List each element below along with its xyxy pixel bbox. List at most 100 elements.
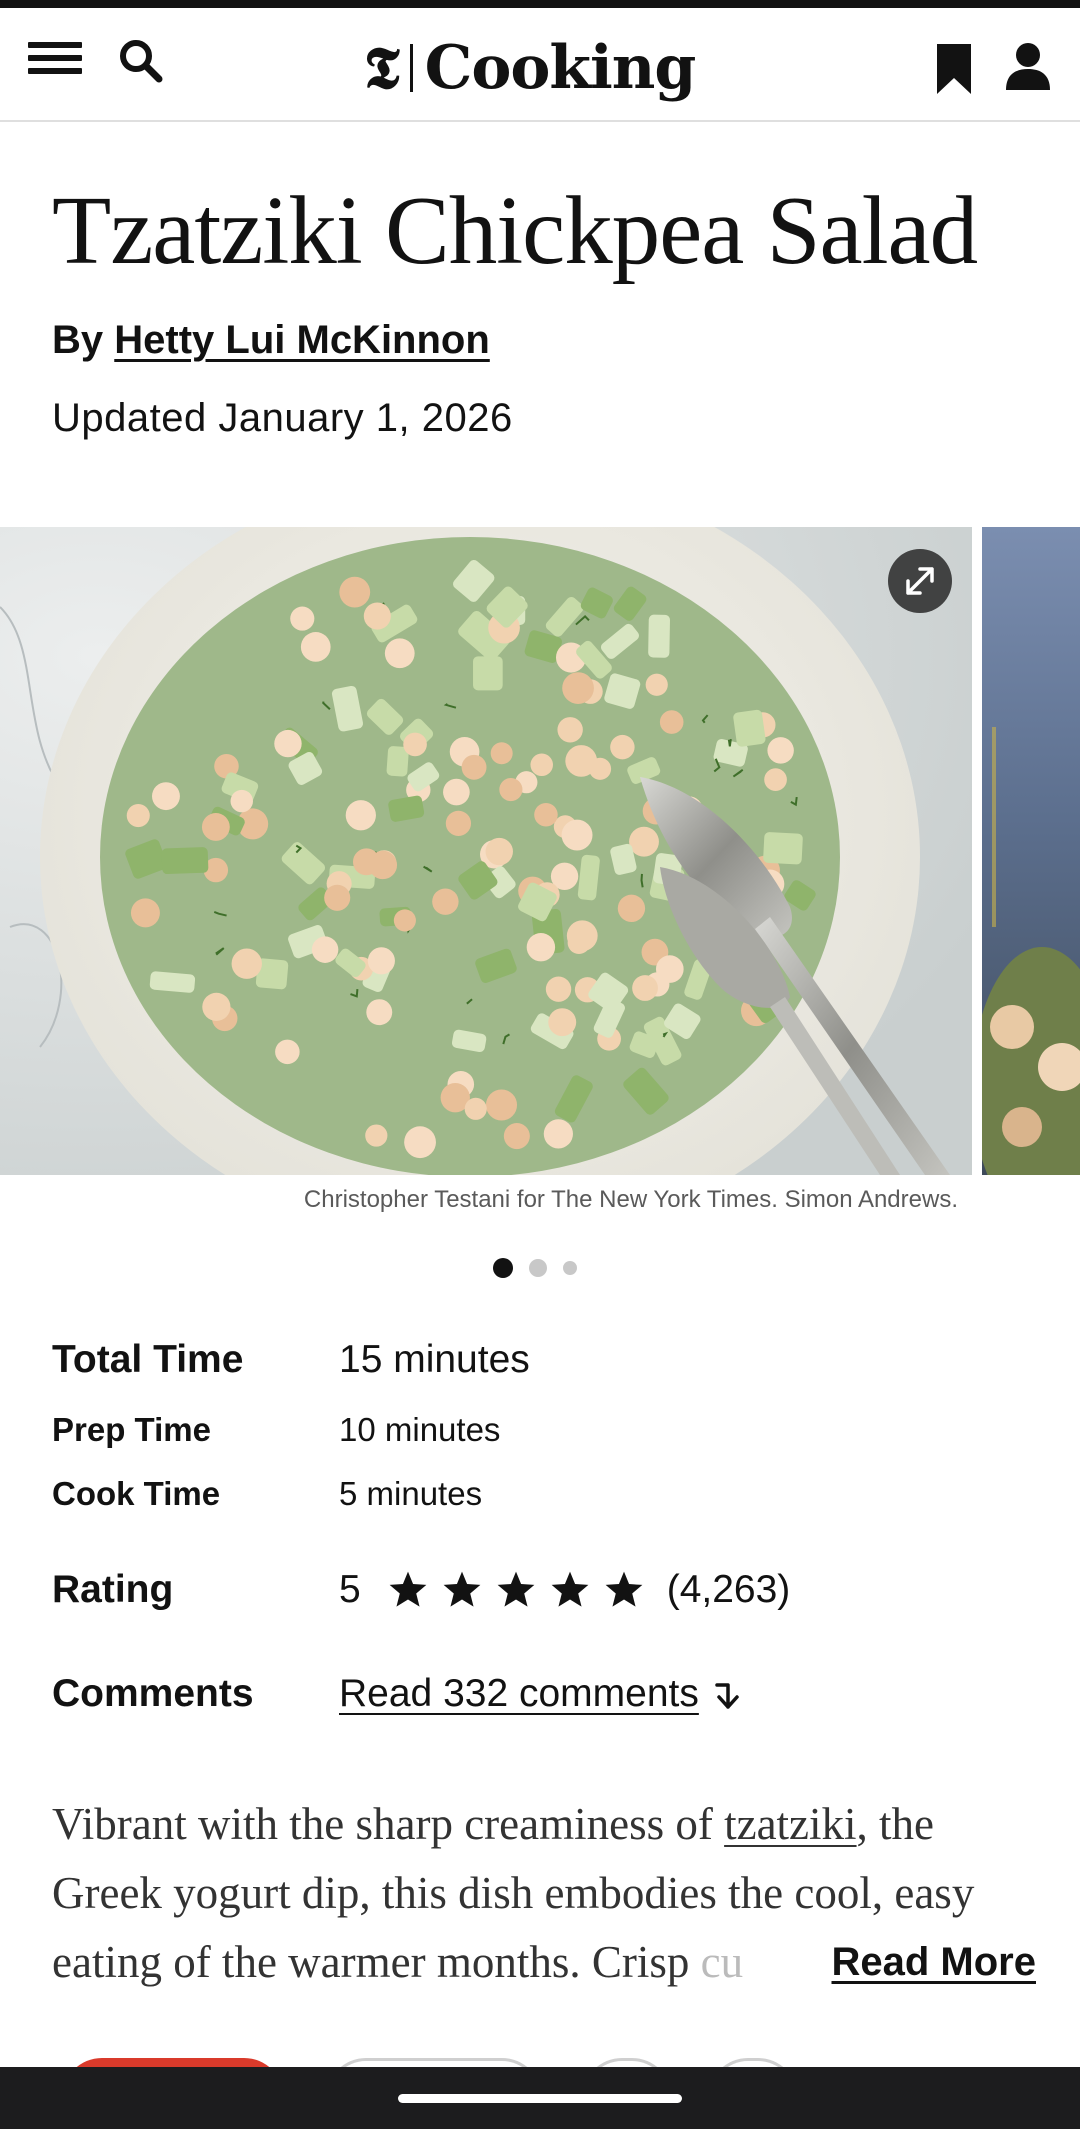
- description-text: Vibrant with the sharp creaminess of: [52, 1799, 725, 1849]
- next-photo-peek[interactable]: [982, 527, 1080, 1175]
- expand-arrows-icon[interactable]: [888, 549, 952, 613]
- rating-stars[interactable]: [387, 1569, 645, 1611]
- salad-texture: [202, 992, 231, 1021]
- rating-row: Rating 5 (4,263): [52, 1560, 1032, 1620]
- salad-texture: [485, 837, 513, 866]
- star-icon[interactable]: [387, 1569, 429, 1611]
- salad-texture: [499, 777, 523, 802]
- cook-time-label: Cook Time: [52, 1475, 221, 1512]
- total-time-value: 15 minutes: [339, 1338, 530, 1381]
- salad-texture: [617, 894, 646, 922]
- total-time-label: Total Time: [52, 1338, 244, 1381]
- salad-texture: [404, 1126, 436, 1159]
- star-icon[interactable]: [603, 1569, 645, 1611]
- salad-texture: [485, 1089, 518, 1121]
- salad-texture: [534, 802, 558, 827]
- byline: By Hetty Lui McKinnon: [52, 318, 490, 363]
- photo-carousel[interactable]: [0, 527, 1080, 1175]
- salad-texture: [503, 1123, 530, 1150]
- salad-texture: [763, 832, 803, 865]
- salad-texture: [629, 826, 659, 857]
- recipe-description: Vibrant with the sharp creaminess of tza…: [52, 1790, 1036, 1997]
- prep-time-value: 10 minutes: [339, 1411, 501, 1448]
- rating-count: (4,263): [666, 1568, 791, 1611]
- updated-date: Updated January 1, 2026: [52, 396, 513, 440]
- read-more-link[interactable]: Read More: [791, 1928, 1036, 1997]
- salad-texture: [561, 819, 593, 851]
- salad-texture: [274, 729, 302, 758]
- salad-texture: [384, 638, 415, 669]
- salad-texture: [543, 1119, 573, 1149]
- salad-texture: [403, 732, 427, 757]
- salad-texture: [443, 778, 470, 806]
- star-icon[interactable]: [549, 1569, 591, 1611]
- hamburger-menu-icon[interactable]: [28, 38, 84, 78]
- prep-time-label: Prep Time: [52, 1411, 211, 1448]
- salad-texture: [339, 576, 371, 608]
- salad-texture: [473, 656, 503, 691]
- salad-texture: [130, 898, 160, 928]
- salad-texture: [659, 710, 684, 734]
- salad-texture: [311, 936, 339, 963]
- description-line-1: Vibrant with the sharp creaminess of tza…: [52, 1790, 1032, 1859]
- salad-texture: [365, 1124, 388, 1147]
- salad-texture: [526, 932, 556, 962]
- recipe-photo[interactable]: [0, 527, 972, 1175]
- salad-texture: [562, 672, 594, 704]
- salad-texture: [640, 873, 644, 888]
- salad-texture: [610, 734, 635, 760]
- salad-texture: [126, 804, 150, 828]
- carousel-dot-1[interactable]: [493, 1258, 513, 1278]
- nyt-t-logo-mark: 𝕿: [364, 34, 400, 102]
- comments-row: Comments Read 332 comments: [52, 1664, 1032, 1724]
- bookmark-icon[interactable]: [934, 42, 974, 96]
- comments-label: Comments: [52, 1672, 254, 1715]
- salad-texture: [300, 632, 331, 662]
- recipe-title: Tzatziki Chickpea Salad: [52, 177, 978, 284]
- star-icon[interactable]: [495, 1569, 537, 1611]
- author-link[interactable]: Hetty Lui McKinnon: [114, 318, 490, 362]
- salad-texture: [632, 975, 658, 1001]
- salad-texture: [231, 948, 262, 979]
- description-text: , the: [856, 1799, 935, 1849]
- rating-label: Rating: [52, 1568, 174, 1611]
- top-accent-bar: [0, 0, 1080, 8]
- cook-time-row: Cook Time 5 minutes: [52, 1470, 1032, 1518]
- home-indicator[interactable]: [398, 2094, 682, 2103]
- comments-link-group[interactable]: Read 332 comments: [339, 1672, 743, 1716]
- person-icon[interactable]: [1004, 40, 1052, 96]
- search-icon[interactable]: [116, 36, 166, 86]
- app-header: 𝕿 Cooking: [0, 8, 1080, 122]
- salad-texture: [363, 602, 391, 630]
- salad-texture: [645, 673, 668, 696]
- salad-texture: [368, 850, 398, 880]
- salad-texture: [275, 1039, 300, 1065]
- salad-texture: [324, 884, 351, 911]
- salad-texture: [733, 709, 766, 747]
- description-text: Greek yogurt dip, this dish embodies the…: [52, 1868, 975, 1918]
- salad-texture: [548, 1008, 577, 1037]
- nyt-cooking-logo[interactable]: 𝕿 Cooking: [364, 28, 697, 108]
- salad-texture: [290, 606, 315, 631]
- description-text: eating of the warmer months. Crisp: [52, 1937, 701, 1987]
- carousel-dot-2[interactable]: [529, 1259, 547, 1277]
- salad-texture: [648, 614, 670, 658]
- logo-divider: [409, 44, 413, 92]
- salad-texture: [530, 753, 553, 777]
- read-comments-link[interactable]: Read 332 comments: [339, 1672, 699, 1716]
- photo-caption: Christopher Testani for The New York Tim…: [303, 1186, 958, 1213]
- rating-value-group[interactable]: 5 (4,263): [339, 1568, 790, 1612]
- salad-texture: [557, 717, 583, 743]
- tzatziki-link[interactable]: tzatziki: [724, 1799, 856, 1849]
- salad-texture: [345, 800, 376, 831]
- carousel-dot-3[interactable]: [563, 1261, 577, 1275]
- star-icon[interactable]: [441, 1569, 483, 1611]
- salad-texture: [727, 738, 732, 747]
- logo-wordmark: Cooking: [424, 33, 697, 103]
- description-faded-text: cu: [700, 1937, 744, 1987]
- arrow-down-icon[interactable]: [713, 1677, 743, 1711]
- salad-texture: [655, 955, 684, 983]
- description-line-3: eating of the warmer months. Crisp cu Re…: [52, 1928, 1036, 1997]
- total-time-row: Total Time 15 minutes: [52, 1332, 1032, 1388]
- salad-texture: [490, 742, 513, 765]
